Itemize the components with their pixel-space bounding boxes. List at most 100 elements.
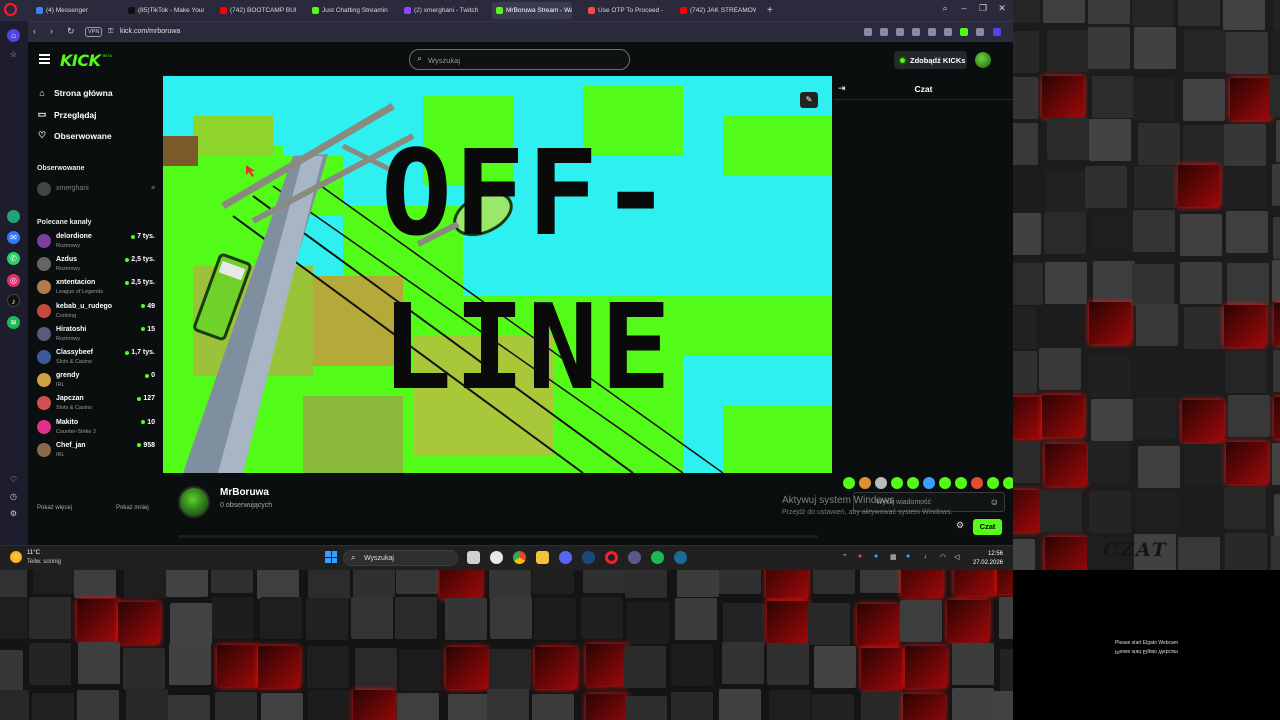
browser-tab[interactable]: (85)TikTok - Make Your Da bbox=[124, 2, 204, 19]
emote-icon[interactable] bbox=[907, 477, 919, 489]
wifi-icon[interactable]: ◠ bbox=[940, 553, 946, 561]
emote-icon[interactable] bbox=[939, 477, 951, 489]
browser-tab[interactable]: (742) BOOTCAMP BUNGE bbox=[216, 2, 296, 19]
weather-description[interactable]: Teilw. sonnig bbox=[27, 559, 61, 565]
show-more-button[interactable]: Pokaż więcej bbox=[37, 505, 72, 511]
tray-chevron-icon[interactable]: ⌃ bbox=[842, 553, 848, 561]
extension-icon[interactable] bbox=[993, 28, 1001, 36]
offline-banner[interactable]: OFF- LINE ✎ bbox=[163, 76, 832, 473]
steam-icon[interactable] bbox=[582, 551, 595, 564]
browser-tab[interactable]: (4) Messenger bbox=[32, 2, 112, 19]
emote-icon[interactable] bbox=[971, 477, 983, 489]
vpn-badge[interactable]: VPN bbox=[85, 27, 103, 37]
emote-icon[interactable] bbox=[955, 477, 967, 489]
taskbar-clock[interactable]: 12:56 27.02.2026 bbox=[971, 550, 1003, 568]
channel-avatar[interactable] bbox=[178, 486, 210, 518]
emoji-icon[interactable]: ☺ bbox=[990, 497, 999, 507]
extension-icon[interactable] bbox=[960, 28, 968, 36]
nav-home[interactable]: ⌂ Strona główna bbox=[37, 88, 112, 98]
lock-icon[interactable]: ⚿ bbox=[108, 28, 113, 36]
get-kicks-button[interactable]: Zdobądź KICKs bbox=[894, 51, 967, 69]
browser-tab[interactable]: Just Chatting Streaming - bbox=[308, 2, 388, 19]
history-icon[interactable]: ◷ bbox=[7, 490, 20, 503]
recommended-channel[interactable]: grendy IRL 0 bbox=[37, 370, 155, 390]
emote-icon[interactable] bbox=[1003, 477, 1013, 489]
star-icon[interactable]: ☆ bbox=[7, 48, 20, 61]
home-icon[interactable]: ⌂ bbox=[7, 29, 20, 42]
task-view-icon[interactable] bbox=[467, 551, 480, 564]
chat-settings-icon[interactable]: ⚙ bbox=[956, 520, 964, 531]
back-icon[interactable]: ‹ bbox=[33, 26, 36, 36]
close-button[interactable]: ✕ bbox=[995, 3, 1009, 14]
file-explorer-icon[interactable] bbox=[536, 551, 549, 564]
forward-icon[interactable]: › bbox=[50, 26, 53, 36]
instagram-icon[interactable]: ◎ bbox=[7, 274, 20, 287]
browser-tab[interactable]: MrBoruwa Stream - Watc bbox=[492, 2, 572, 19]
opera-logo-icon[interactable] bbox=[4, 3, 17, 16]
chat-send-button[interactable]: Czat bbox=[973, 519, 1002, 535]
tray-app-icon[interactable]: ▦ bbox=[890, 553, 897, 561]
windows-start-icon[interactable] bbox=[325, 551, 337, 563]
tray-app-icon[interactable]: ● bbox=[906, 553, 910, 560]
nav-browse[interactable]: ▭ Przeglądaj bbox=[37, 109, 97, 120]
whatsapp-icon[interactable]: ✆ bbox=[7, 252, 20, 265]
recommended-channel[interactable]: Hiratoshi Rozmowy 15 bbox=[37, 324, 155, 344]
recommended-channel[interactable]: Japczan Slots & Casino 127 bbox=[37, 393, 155, 413]
aria-icon[interactable] bbox=[7, 210, 20, 223]
recommended-channel[interactable]: kebab_u_rudego Cooking 49 bbox=[37, 301, 155, 321]
emote-icon[interactable] bbox=[891, 477, 903, 489]
tray-app-icon[interactable]: ● bbox=[858, 553, 862, 560]
browser-tab[interactable]: (742) JAK STREAMOWAĆ bbox=[676, 2, 756, 19]
search-input[interactable]: ⌕ Wyszukaj bbox=[409, 49, 630, 70]
recommended-channel[interactable]: Chef_jan IRL 958 bbox=[37, 440, 155, 460]
weather-temperature[interactable]: 11°C bbox=[27, 550, 40, 556]
kick-logo[interactable]: KICK bbox=[60, 51, 101, 70]
nav-following[interactable]: ♡ Obserwowane bbox=[37, 130, 112, 141]
opera-icon[interactable] bbox=[605, 551, 618, 564]
extension-icon[interactable] bbox=[944, 28, 952, 36]
url-field[interactable]: kick.com/mrboruwa bbox=[120, 28, 180, 35]
microphone-icon[interactable]: ♩ bbox=[924, 553, 931, 560]
minimize-button[interactable]: – bbox=[957, 3, 971, 13]
browser-tab[interactable]: Use OTP To Proceed - kuli bbox=[584, 2, 664, 19]
followed-channel[interactable]: xmerghani ⌀ bbox=[37, 179, 155, 199]
obs-icon[interactable] bbox=[490, 551, 503, 564]
browser-tab[interactable]: (2) xmerghani - Twitch bbox=[400, 2, 480, 19]
discord-icon[interactable] bbox=[559, 551, 572, 564]
recommended-channel[interactable]: delordione Rozmowy 7 tys. bbox=[37, 231, 155, 251]
emote-icon[interactable] bbox=[923, 477, 935, 489]
show-less-button[interactable]: Pokaż mniej bbox=[116, 505, 149, 511]
extension-icon[interactable] bbox=[864, 28, 872, 36]
emote-icon[interactable] bbox=[987, 477, 999, 489]
app-icon[interactable] bbox=[628, 551, 641, 564]
recommended-channel[interactable]: Classybeef Slots & Casino 1,7 tys. bbox=[37, 347, 155, 367]
recommended-channel[interactable]: Azdus Rozmowy 2,5 tys. bbox=[37, 254, 155, 274]
extension-icon[interactable] bbox=[896, 28, 904, 36]
chrome-icon[interactable] bbox=[513, 551, 526, 564]
extension-icon[interactable] bbox=[880, 28, 888, 36]
weather-sun-icon[interactable] bbox=[10, 551, 22, 563]
extension-icon[interactable] bbox=[928, 28, 936, 36]
search-tabs-icon[interactable]: ⌕ bbox=[938, 3, 952, 14]
tiktok-icon[interactable]: ♪ bbox=[7, 294, 20, 307]
volume-icon[interactable]: ◁ bbox=[954, 553, 959, 561]
emote-icon[interactable] bbox=[843, 477, 855, 489]
spotify-icon[interactable]: ≋ bbox=[7, 316, 20, 329]
recommended-channel[interactable]: xntentacion League of Legends 2,5 tys. bbox=[37, 277, 155, 297]
menu-icon[interactable] bbox=[39, 54, 50, 66]
tray-app-icon[interactable]: ● bbox=[874, 553, 878, 560]
taskbar-search[interactable]: ⌕ Wyszukaj bbox=[343, 550, 458, 566]
emote-icon[interactable] bbox=[875, 477, 887, 489]
spotify-icon[interactable] bbox=[651, 551, 664, 564]
reload-icon[interactable]: ↻ bbox=[67, 26, 75, 37]
emote-icon[interactable] bbox=[859, 477, 871, 489]
heart-icon[interactable]: ♡ bbox=[7, 473, 20, 486]
user-avatar[interactable] bbox=[975, 52, 991, 68]
settings-icon[interactable]: ⚙ bbox=[7, 507, 20, 520]
recommended-channel[interactable]: Makito Counter-Strike 2 10 bbox=[37, 417, 155, 437]
new-tab-button[interactable]: + bbox=[764, 2, 778, 19]
extension-icon[interactable] bbox=[976, 28, 984, 36]
edit-pencil-icon[interactable]: ✎ bbox=[800, 92, 818, 108]
channel-name[interactable]: MrBoruwa bbox=[220, 487, 269, 498]
steam-icon[interactable] bbox=[674, 551, 687, 564]
